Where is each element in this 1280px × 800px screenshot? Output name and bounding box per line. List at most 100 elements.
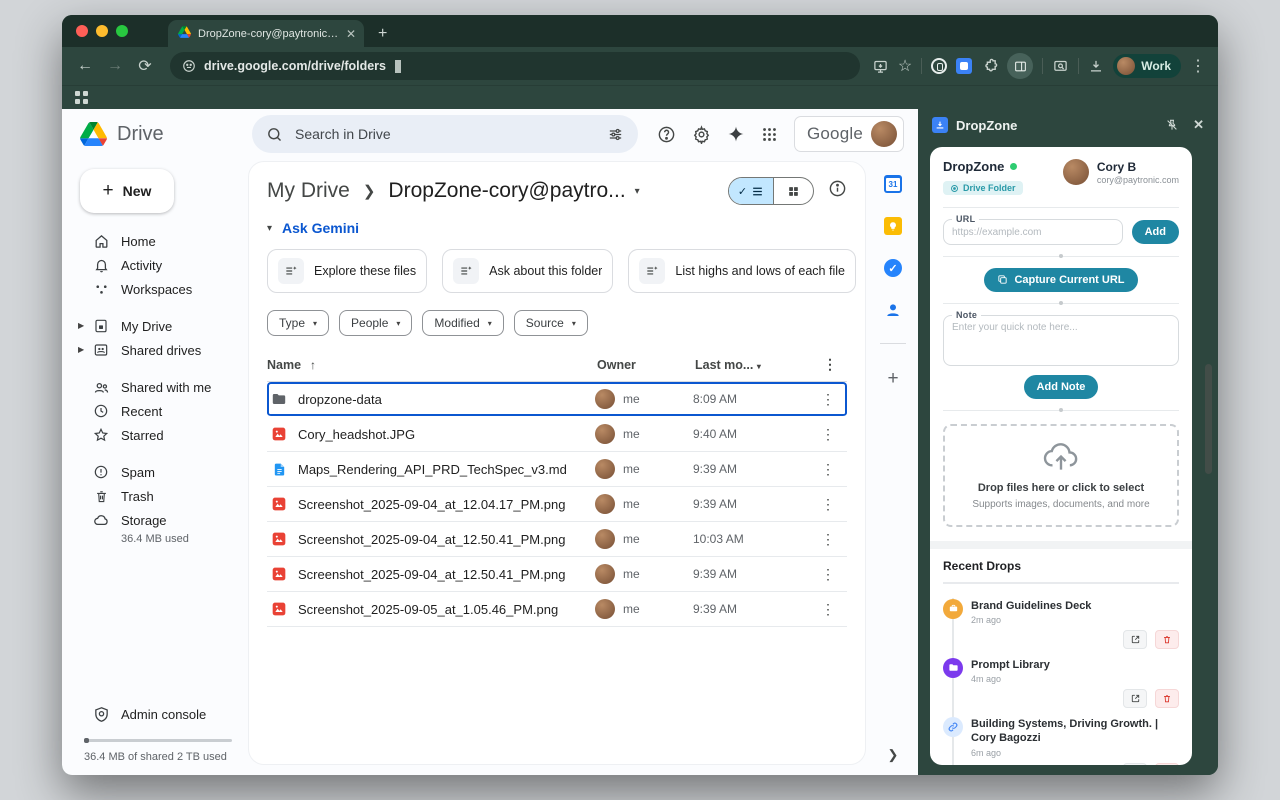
column-name-label[interactable]: Name xyxy=(267,358,301,372)
row-menu-icon[interactable]: ⋮ xyxy=(811,496,845,513)
column-owner-label[interactable]: Owner xyxy=(597,358,695,372)
file-row[interactable]: Screenshot_2025-09-04_at_12.04.17_PM.png… xyxy=(267,487,847,522)
sidebar-item-storage[interactable]: Storage xyxy=(78,508,238,532)
sidebar-item-recent[interactable]: Recent xyxy=(78,399,238,423)
delete-button[interactable] xyxy=(1155,763,1179,765)
install-app-icon[interactable] xyxy=(872,59,889,74)
open-link-button[interactable] xyxy=(1123,689,1147,708)
sidebar-item-home[interactable]: Home xyxy=(78,229,238,253)
account-avatar[interactable] xyxy=(871,121,897,147)
panel-scrollbar-thumb[interactable] xyxy=(1205,364,1212,474)
browser-menu-icon[interactable]: ⋮ xyxy=(1190,56,1206,76)
screenshot-search-icon[interactable] xyxy=(1052,59,1069,74)
recent-drop-title[interactable]: Prompt Library xyxy=(971,658,1179,672)
filter-chip-people[interactable]: People▾ xyxy=(339,310,412,336)
gemini-icon[interactable] xyxy=(727,125,745,143)
bookmark-star-icon[interactable]: ☆ xyxy=(898,56,912,76)
site-settings-icon[interactable] xyxy=(182,59,196,73)
table-menu-icon[interactable]: ⋮ xyxy=(813,356,847,373)
maximize-window-button[interactable] xyxy=(116,25,128,37)
open-link-button[interactable] xyxy=(1123,763,1147,765)
filter-chip-modified[interactable]: Modified▾ xyxy=(422,310,503,336)
sidebar-item-shared-drives[interactable]: ▶Shared drives xyxy=(78,338,238,362)
close-window-button[interactable] xyxy=(76,25,88,37)
address-bar[interactable]: drive.google.com/drive/folders xyxy=(170,52,860,80)
contacts-icon[interactable] xyxy=(884,301,902,319)
url-input[interactable] xyxy=(952,227,1114,238)
column-modified-label[interactable]: Last mo... ▾ xyxy=(695,358,813,372)
delete-button[interactable] xyxy=(1155,630,1179,649)
new-tab-button[interactable]: + xyxy=(378,25,387,43)
delete-button[interactable] xyxy=(1155,689,1179,708)
row-menu-icon[interactable]: ⋮ xyxy=(811,426,845,443)
browser-profile-chip[interactable]: Work xyxy=(1113,54,1181,78)
sidebar-item-my-drive[interactable]: ▶My Drive xyxy=(78,314,238,338)
gemini-suggestion-chip[interactable]: Explore these files xyxy=(267,249,427,293)
forward-button[interactable]: → xyxy=(102,57,128,75)
downloads-icon[interactable] xyxy=(1088,59,1104,74)
recent-drop-title[interactable]: Building Systems, Driving Growth. | Cory… xyxy=(971,717,1179,746)
file-row[interactable]: Screenshot_2025-09-05_at_1.05.46_PM.pngm… xyxy=(267,592,847,627)
extensions-puzzle-icon[interactable] xyxy=(981,58,998,75)
search-icon[interactable] xyxy=(266,126,283,143)
file-row[interactable]: Maps_Rendering_API_PRD_TechSpec_v3.mdme9… xyxy=(267,452,847,487)
sidebar-item-trash[interactable]: Trash xyxy=(78,484,238,508)
file-row[interactable]: dropzone-datame8:09 AM⋮ xyxy=(267,382,847,417)
drive-logo[interactable]: Drive xyxy=(80,122,242,146)
sidebar-item-spam[interactable]: Spam xyxy=(78,460,238,484)
open-link-button[interactable] xyxy=(1123,630,1147,649)
capture-url-button[interactable]: Capture Current URL xyxy=(984,268,1137,292)
help-icon[interactable] xyxy=(657,125,676,144)
back-button[interactable]: ← xyxy=(72,57,98,75)
grid-view-button[interactable] xyxy=(773,178,813,204)
row-menu-icon[interactable]: ⋮ xyxy=(811,461,845,478)
sort-ascending-icon[interactable]: ↑ xyxy=(310,358,316,372)
dropzone-extension-icon[interactable] xyxy=(956,58,972,74)
row-menu-icon[interactable]: ⋮ xyxy=(811,566,845,583)
ask-gemini-toggle[interactable]: ▾ Ask Gemini xyxy=(267,220,847,236)
gemini-suggestion-chip[interactable]: Ask about this folder xyxy=(442,249,613,293)
sidebar-item-shared-with-me[interactable]: Shared with me xyxy=(78,375,238,399)
collapse-panel-chevron[interactable]: ❯ xyxy=(888,747,899,767)
list-view-button[interactable]: ✓ xyxy=(729,178,773,204)
folder-menu-caret-icon[interactable]: ▾ xyxy=(635,186,640,197)
password-extension-icon[interactable] xyxy=(931,58,947,74)
keep-icon[interactable] xyxy=(884,217,902,235)
filter-chip-source[interactable]: Source▾ xyxy=(514,310,588,336)
apps-shortcut-icon[interactable] xyxy=(75,91,88,104)
sidebar-item-workspaces[interactable]: Workspaces xyxy=(78,277,238,301)
file-row[interactable]: Screenshot_2025-09-04_at_12.50.41_PM.png… xyxy=(267,522,847,557)
row-menu-icon[interactable]: ⋮ xyxy=(811,531,845,548)
row-menu-icon[interactable]: ⋮ xyxy=(811,601,845,618)
breadcrumb-current[interactable]: DropZone-cory@paytro... xyxy=(388,179,625,203)
gemini-suggestion-chip[interactable]: List highs and lows of each file xyxy=(628,249,856,293)
drive-search-input[interactable]: Search in Drive xyxy=(252,115,638,153)
file-row[interactable]: Screenshot_2025-09-04_at_12.50.41_PM.png… xyxy=(267,557,847,592)
add-panel-app-icon[interactable]: + xyxy=(887,368,898,390)
drive-folder-chip[interactable]: Drive Folder xyxy=(943,181,1023,195)
file-drop-area[interactable]: Drop files here or click to select Suppo… xyxy=(943,424,1179,527)
filter-chip-type[interactable]: Type▾ xyxy=(267,310,329,336)
add-note-button[interactable]: Add Note xyxy=(1024,375,1099,399)
file-row[interactable]: Cory_headshot.JPGme9:40 AM⋮ xyxy=(267,417,847,452)
browser-tab[interactable]: DropZone-cory@paytronic.co ✕ xyxy=(168,20,364,47)
row-menu-icon[interactable]: ⋮ xyxy=(811,391,845,408)
sidebar-item-activity[interactable]: Activity xyxy=(78,253,238,277)
calendar-icon[interactable]: 31 xyxy=(884,175,902,193)
details-info-icon[interactable] xyxy=(828,179,847,203)
breadcrumb-root[interactable]: My Drive xyxy=(267,179,350,203)
new-button[interactable]: + New xyxy=(80,169,174,213)
unpin-icon[interactable] xyxy=(1165,118,1179,132)
close-panel-icon[interactable]: ✕ xyxy=(1193,117,1204,133)
note-textarea[interactable] xyxy=(952,322,1170,356)
minimize-window-button[interactable] xyxy=(96,25,108,37)
sidebar-item-starred[interactable]: Starred xyxy=(78,423,238,447)
reload-button[interactable]: ⟳ xyxy=(132,56,158,76)
admin-console-item[interactable]: Admin console xyxy=(78,706,238,723)
recent-drop-title[interactable]: Brand Guidelines Deck xyxy=(971,599,1179,613)
add-url-button[interactable]: Add xyxy=(1132,220,1179,244)
tab-close-icon[interactable]: ✕ xyxy=(346,27,356,41)
google-account-chip[interactable]: Google xyxy=(794,116,904,152)
side-panel-toggle-button[interactable] xyxy=(1007,53,1033,79)
tasks-icon[interactable]: ✓ xyxy=(884,259,902,277)
